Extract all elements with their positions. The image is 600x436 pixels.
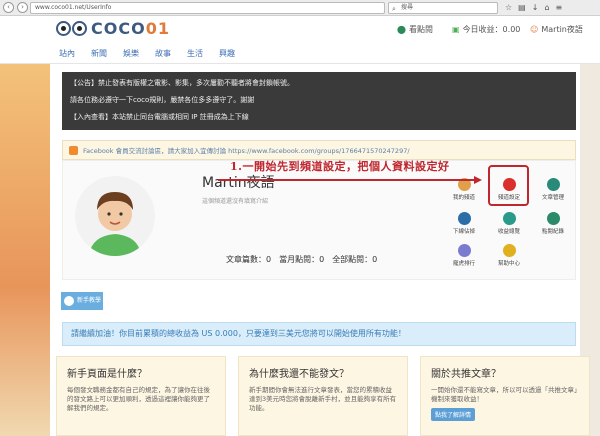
avatar	[75, 176, 155, 256]
announcement-box: 【公告】禁止發表有版權之電影、影集，多次屢勸不聽者將會封鎖帳號。 請各位務必遵守…	[62, 72, 576, 130]
stat-monthly-views: 當月點閱：0	[279, 255, 325, 264]
earnings-info-bar: 請繼續加油！你目前累積的總收益為 US 0.000，只要達到三美元您將可以開始使…	[62, 322, 576, 346]
profile-stats: 文章篇數：0 當月點閱：0 全部點閱：0	[226, 254, 377, 265]
money-icon	[502, 212, 516, 225]
trophy-icon	[457, 244, 471, 257]
users-icon	[457, 212, 471, 225]
facebook-banner[interactable]: Facebook 會員交流討論區，請大家加入宜傳討論 https://www.f…	[62, 140, 576, 160]
rss-icon	[69, 145, 78, 155]
learn-more-button[interactable]: 點我了解詳情	[431, 408, 476, 421]
home-icon[interactable]: ⌂	[544, 3, 549, 12]
nav-item[interactable]: 娛樂	[123, 48, 139, 59]
location-icon: ⬤	[397, 25, 406, 34]
tutorial-icon	[64, 296, 74, 306]
info-card: 新手頁面是什麼？ 每個發文職務金都有自己的規定，為了讓你在往後的發文路上可以更加順…	[56, 356, 226, 436]
ranking-button[interactable]: 寵虎排行	[446, 244, 482, 272]
logo[interactable]: COCO01	[56, 19, 170, 38]
info-card: 為什麼我還不能發文？ 新手期間你會無法進行文章發表，當您的累積收益達到3美元時您將…	[238, 356, 408, 436]
url-bar[interactable]: www.coco01.net/UserInfo	[30, 2, 385, 14]
money-icon: ▣	[452, 25, 460, 34]
announcement[interactable]: 【入內查看】本站禁止同台電腦或相同 IP 註冊成為上下線	[70, 109, 568, 126]
profile-name: Martin夜語	[202, 175, 275, 191]
logo-eye-icon	[56, 21, 71, 36]
download-icon[interactable]: ↓	[532, 3, 539, 12]
menu-icon[interactable]: ≡	[556, 3, 563, 12]
stat-total-views: 全部點閱：0	[332, 255, 378, 264]
annotation-line	[218, 179, 476, 181]
profile-description: 這個頻道還沒有填寫介紹	[202, 198, 269, 205]
toolbar-icons: ☆ ▤ ↓ ⌂ ≡	[505, 3, 562, 12]
search-placeholder: 搜尋	[401, 4, 414, 11]
star-icon[interactable]: ☆	[505, 3, 512, 12]
logo-eye-icon	[72, 21, 87, 36]
browser-toolbar: ‹ › www.coco01.net/UserInfo ⌕ 搜尋 ☆ ▤ ↓ ⌂ …	[0, 0, 600, 16]
user-avatar-icon: ☺	[530, 25, 539, 34]
card-body: 新手期間你會無法進行文章發表，當您的累積收益達到3美元時您將會脫離新手村，並且能…	[249, 386, 397, 412]
document-icon	[546, 178, 560, 191]
search-icon: ⌕	[392, 5, 396, 13]
card-title: 新手頁面是什麼？	[67, 369, 147, 380]
info-card: 關於共推文章？ 一開始你還不能寫文章，所以可以透過「共推文章」機制來獲取收益！ 點我…	[420, 356, 590, 436]
back-icon[interactable]: ‹	[3, 2, 14, 13]
view-records-button[interactable]: 點閱紀錄	[535, 212, 571, 240]
help-icon	[502, 244, 516, 257]
earnings: ▣ 今日收益：0.00	[452, 25, 521, 34]
annotation-arrow	[474, 176, 482, 184]
nav-item[interactable]: 生活	[187, 48, 203, 59]
browser-search[interactable]: ⌕ 搜尋	[388, 2, 498, 14]
card-body: 一開始你還不能寫文章，所以可以透過「共推文章」機制來獲取收益！	[431, 386, 578, 403]
nav-item[interactable]: 站內	[59, 48, 75, 59]
user-menu[interactable]: ☺ Martin夜語	[530, 24, 583, 35]
card-body: 每個發文職務金都有自己的規定，為了讓你在往後的發文路上可以更加順利，透過這裡讓你…	[67, 386, 210, 412]
announcement[interactable]: 請各位務必遵守一下coco規則，嚴禁各位多多遵守了。謝謝	[70, 92, 568, 109]
stat-articles: 文章篇數：0	[226, 255, 272, 264]
checkin-link[interactable]: ⬤ 看點閱	[397, 24, 433, 35]
earnings-overview-button[interactable]: 收益總覽	[491, 212, 527, 240]
logo-text: COCO01	[91, 19, 170, 38]
forward-icon[interactable]: ›	[17, 2, 28, 13]
bookmark-icon[interactable]: ▤	[518, 3, 526, 12]
help-center-button[interactable]: 幫助中心	[491, 244, 527, 272]
nav-item[interactable]: 故事	[155, 48, 171, 59]
main-nav: 站內 新聞 娛樂 故事 生活 興趣	[59, 48, 235, 59]
card-title: 為什麼我還不能發文？	[249, 369, 349, 380]
annotation-text: 1.一開始先到頻道設定，把個人資料設定好	[230, 160, 450, 173]
card-title: 關於共推文章？	[431, 369, 501, 380]
nav-item[interactable]: 興趣	[219, 48, 235, 59]
background-image	[0, 64, 50, 436]
site-header: COCO01 ⬤ 看點閱 ▣ 今日收益：0.00 ☺ Martin夜語 站內 新聞 娛…	[0, 16, 600, 64]
eye-icon	[546, 212, 560, 225]
newbie-tutorial-button[interactable]: 新手教學	[61, 292, 103, 310]
annotation-highlight-box	[488, 165, 529, 206]
article-manage-button[interactable]: 文章管理	[535, 178, 571, 206]
downline-button[interactable]: 下線佔掉	[446, 212, 482, 240]
nav-item[interactable]: 新聞	[91, 48, 107, 59]
announcement[interactable]: 【公告】禁止發表有版權之電影、影集，多次屢勸不聽者將會封鎖帳號。	[70, 75, 568, 92]
